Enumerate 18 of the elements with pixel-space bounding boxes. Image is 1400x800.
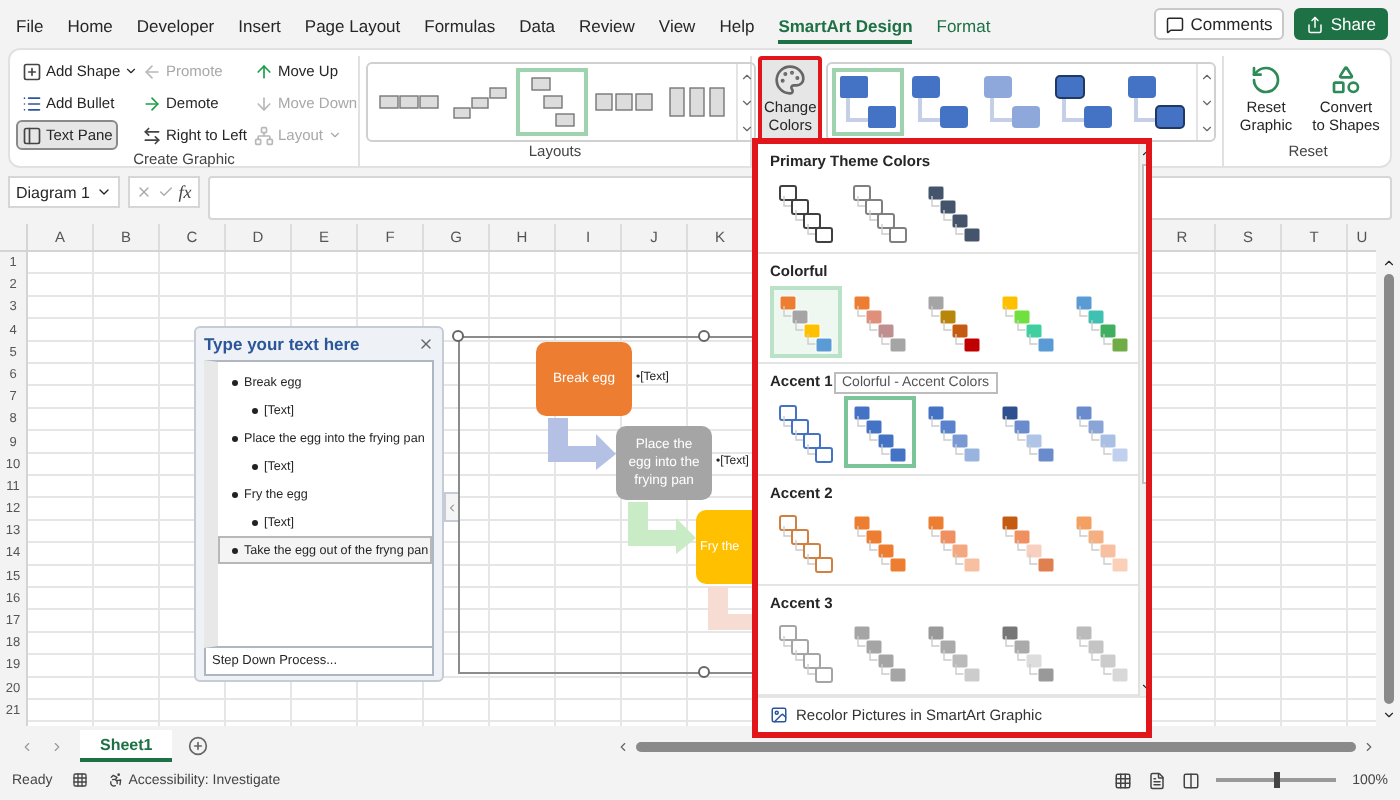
ribbon-tab[interactable]: Insert xyxy=(238,12,281,44)
ribbon-tab[interactable]: Format xyxy=(936,12,991,44)
share-button[interactable]: Share xyxy=(1294,8,1388,40)
ribbon-tab[interactable]: SmartArt Design xyxy=(778,12,913,44)
name-box[interactable]: Diagram 1 xyxy=(8,176,120,208)
ribbon-tab[interactable]: Review xyxy=(579,12,635,44)
insert-function-button[interactable]: fx xyxy=(178,182,192,202)
ribbon-tab[interactable]: Formulas xyxy=(424,12,496,44)
ribbon-tab[interactable]: Page Layout xyxy=(304,12,401,44)
ribbon-tab[interactable]: Developer xyxy=(136,12,215,44)
ribbon-tab[interactable]: Home xyxy=(67,12,113,44)
ribbon-tab[interactable]: Help xyxy=(719,12,755,44)
ribbon-tab[interactable]: View xyxy=(658,12,696,44)
ribbon-tab[interactable]: File xyxy=(16,12,44,44)
ribbon-tab[interactable]: Data xyxy=(519,12,556,44)
sheet-tab[interactable]: Sheet1 xyxy=(80,730,173,762)
comments-button[interactable]: Comments xyxy=(1154,8,1285,40)
pane-title: Type your text here xyxy=(204,334,360,354)
